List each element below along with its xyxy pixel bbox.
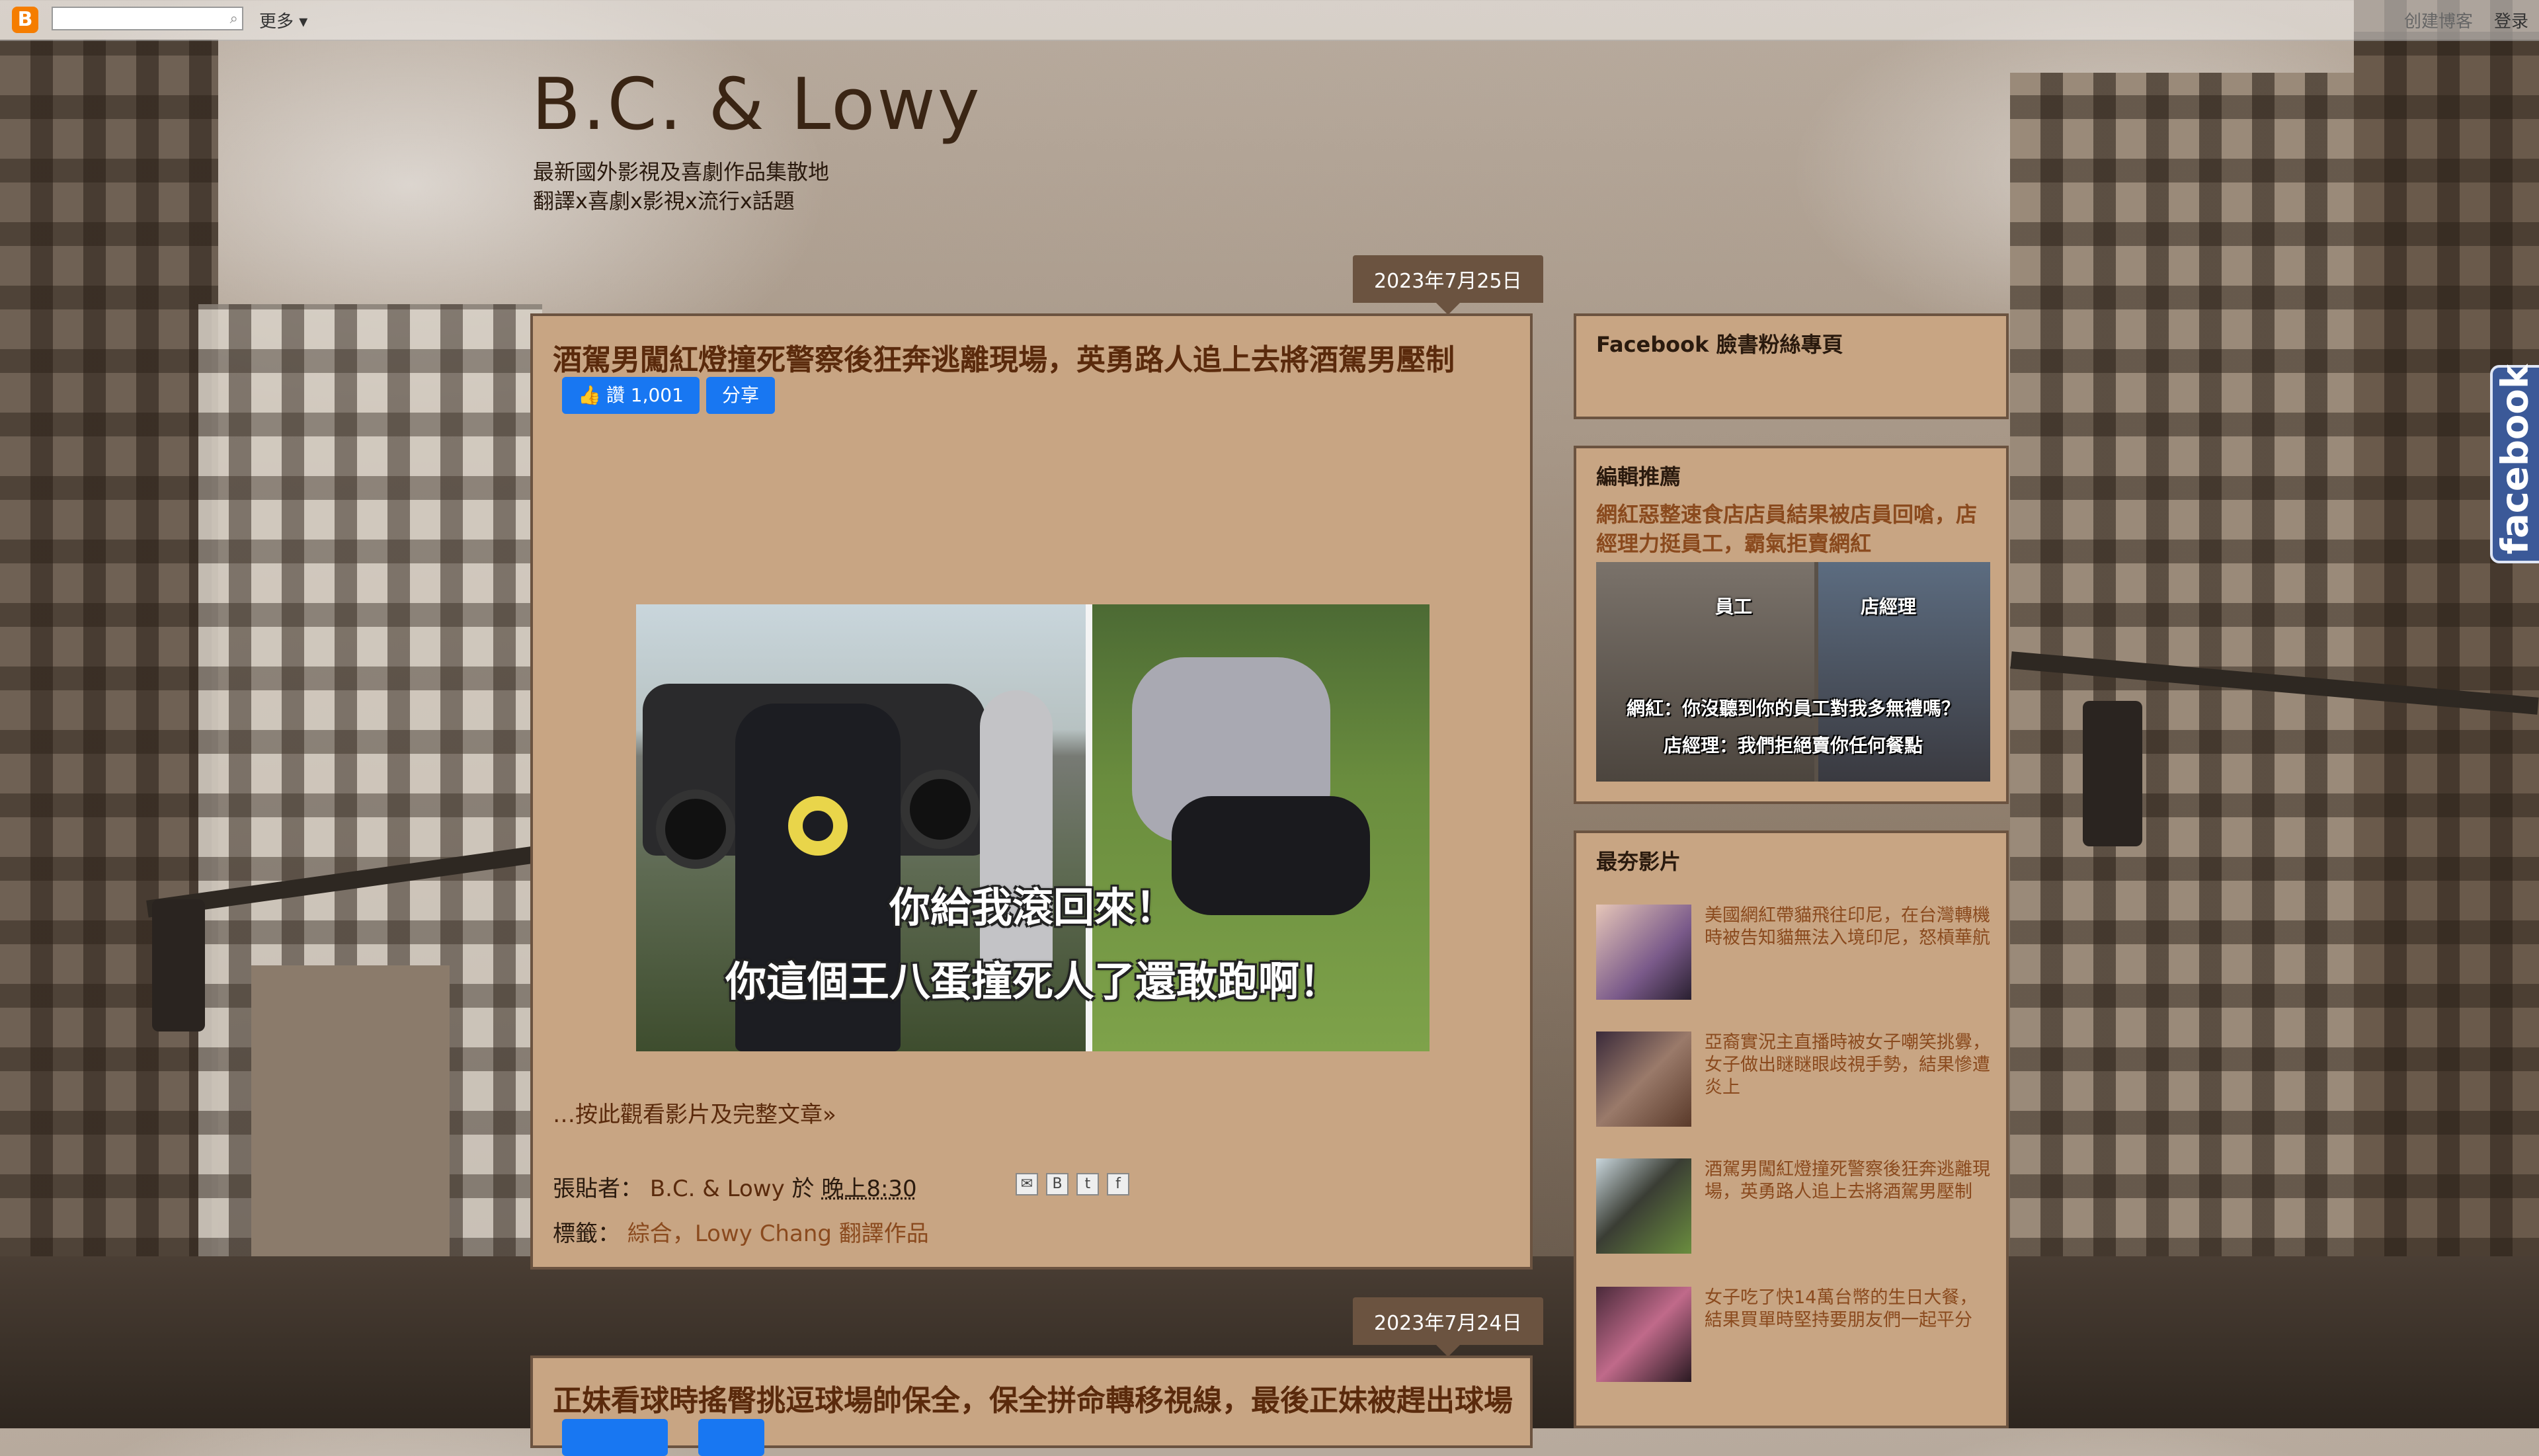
posted-by-label: 張貼者： (553, 1176, 643, 1202)
fb-share-button[interactable] (698, 1419, 764, 1456)
post-author-link[interactable]: B.C. & Lowy (650, 1176, 785, 1202)
fb-like-button[interactable]: 👍 讚 1,001 (562, 377, 700, 414)
labels-label: 標籤： (553, 1221, 620, 1247)
fb-like-count: 讚 1,001 (606, 384, 684, 406)
image-subtitle-1: 你給我滾回來！ (889, 883, 1176, 932)
widget-title-featured: 編輯推薦 (1596, 464, 1681, 489)
post-title[interactable]: 酒駕男闖紅燈撞死警察後狂奔逃離現場，英勇路人追上去將酒駕男壓制 (553, 336, 1455, 378)
facebook-tab-label: facebook (2493, 364, 2537, 555)
at-label: 於 (791, 1176, 815, 1202)
bg-traffic-light-right (2083, 701, 2142, 846)
featured-post-link[interactable]: 網紅惡整速食店店員結果被店員回嗆，店經理力挺員工，霸氣拒賣網紅 (1596, 500, 1993, 558)
popular-post-thumbnail[interactable] (1596, 1287, 1691, 1382)
label-separator: ， (672, 1221, 695, 1247)
post-card: 酒駕男闖紅燈撞死警察後狂奔逃離現場，英勇路人追上去將酒駕男壓制 👍 讚 1,001… (530, 313, 1533, 1270)
blog-description: 最新國外影視及喜劇作品集散地 翻譯x喜劇x影視x流行x話題 (533, 157, 829, 216)
post-meta: 張貼者： B.C. & Lowy 於 晚上8:30 (553, 1170, 917, 1203)
popular-post-thumbnail[interactable] (1596, 1031, 1691, 1127)
image-subtitle-2: 你這個王八蛋撞死人了還敢跑啊！ (725, 957, 1340, 1006)
popular-post-item[interactable]: 酒駕男闖紅燈撞死警察後狂奔逃離現場，英勇路人追上去將酒駕男壓制 (1596, 1158, 1993, 1258)
blog-description-line-2: 翻譯x喜劇x影視x流行x話題 (533, 188, 795, 214)
email-icon[interactable]: ✉ (1016, 1173, 1038, 1195)
facebook-side-tab[interactable]: facebook (2490, 364, 2539, 563)
popular-post-thumbnail[interactable] (1596, 1158, 1691, 1254)
popular-post-item[interactable]: 美國網紅帶貓飛往印尼，在台灣轉機時被告知貓無法入境印尼，怒槓華航 (1596, 905, 1993, 1004)
search-input[interactable]: ⌕ (52, 7, 243, 30)
popular-post-item[interactable]: 女子吃了快14萬台幣的生日大餐，結果買單時堅持要朋友們一起平分 (1596, 1287, 1993, 1386)
label-link-general[interactable]: 綜合 (627, 1221, 672, 1247)
popular-posts-widget: 最夯影片 美國網紅帶貓飛往印尼，在台灣轉機時被告知貓無法入境印尼，怒槓華航 亞裔… (1574, 830, 2009, 1428)
post-image[interactable]: 你給我滾回來！ 你這個王八蛋撞死人了還敢跑啊！ (636, 604, 1430, 1051)
share-icons: ✉ Bt f (1016, 1173, 1137, 1195)
featured-subtitle-1: 網紅：你沒聽到你的員工對我多無禮嗎？ (1626, 698, 1960, 719)
post-labels: 標籤： 綜合，Lowy Chang 翻譯作品 (553, 1215, 929, 1248)
blog-title[interactable]: B.C. & Lowy (532, 63, 982, 146)
featured-label-manager: 店經理 (1861, 596, 1917, 618)
label-link-translation[interactable]: Lowy Chang 翻譯作品 (695, 1221, 929, 1247)
top-navbar: B ⌕ 更多 ▾ 创建博客 登录 (0, 0, 2539, 41)
fb-like-button[interactable] (562, 1419, 668, 1456)
bg-building-right-2 (2354, 0, 2539, 1428)
create-blog-link[interactable]: 创建博客 (2404, 8, 2473, 32)
widget-title-popular: 最夯影片 (1596, 849, 1681, 874)
read-more-link[interactable]: …按此觀看影片及完整文章» (553, 1096, 836, 1129)
popular-post-link[interactable]: 女子吃了快14萬台幣的生日大餐，結果買單時堅持要朋友們一起平分 (1705, 1287, 1993, 1332)
post-time-link[interactable]: 晚上8:30 (821, 1176, 916, 1202)
widget-title-fb-page: Facebook 臉書粉絲專頁 (1596, 332, 1843, 357)
thumbs-up-icon: 👍 (578, 384, 601, 406)
featured-subtitle-2: 店經理：我們拒絕賣你任何餐點 (1663, 735, 1923, 756)
login-link[interactable]: 登录 (2494, 8, 2528, 32)
popular-post-link[interactable]: 酒駕男闖紅燈撞死警察後狂奔逃離現場，英勇路人追上去將酒駕男壓制 (1705, 1158, 1993, 1203)
bg-traffic-light (152, 899, 205, 1031)
featured-post-widget: 編輯推薦 網紅惡整速食店店員結果被店員回嗆，店經理力挺員工，霸氣拒賣網紅 員工 … (1574, 446, 2009, 804)
post-title[interactable]: 正妹看球時搖臀挑逗球場帥保全，保全拼命轉移視線，最後正妹被趕出球場 (553, 1377, 1513, 1419)
jeep-tire (656, 789, 735, 869)
featured-post-image[interactable]: 員工 店經理 網紅：你沒聽到你的員工對我多無禮嗎？ 店經理：我們拒絕賣你任何餐點 (1596, 562, 1990, 782)
featured-label-staff: 員工 (1715, 596, 1753, 618)
popular-post-link[interactable]: 美國網紅帶貓飛往印尼，在台灣轉機時被告知貓無法入境印尼，怒槓華航 (1705, 905, 1993, 950)
o-logo-icon (788, 796, 848, 856)
blog-description-line-1: 最新國外影視及喜劇作品集散地 (533, 159, 830, 184)
blog-this-icon[interactable]: B (1046, 1173, 1068, 1195)
popular-post-thumbnail[interactable] (1596, 905, 1691, 1000)
bg-building-right (2010, 73, 2380, 1428)
popular-post-item[interactable]: 亞裔實況主直播時被女子嘲笑挑釁，女子做出瞇瞇眼歧視手勢，結果慘遭炎上 (1596, 1031, 1993, 1131)
post-card: 正妹看球時搖臀挑逗球場帥保全，保全拼命轉移視線，最後正妹被趕出球場 (530, 1355, 1533, 1456)
fb-page-widget: Facebook 臉書粉絲專頁 (1574, 313, 2009, 419)
bg-building-left (0, 40, 218, 1428)
fb-share-button[interactable]: 分享 (706, 377, 776, 414)
blogger-logo-icon[interactable]: B (12, 7, 38, 33)
search-icon[interactable]: ⌕ (230, 11, 238, 27)
popular-post-link[interactable]: 亞裔實況主直播時被女子嘲笑挑釁，女子做出瞇瞇眼歧視手勢，結果慘遭炎上 (1705, 1031, 1993, 1099)
facebook-share-icon[interactable]: f (1107, 1173, 1129, 1195)
jeep-tire (901, 770, 980, 849)
post-date-header: 2023年7月24日 (1353, 1297, 1543, 1357)
more-menu-button[interactable]: 更多 ▾ (259, 8, 307, 32)
post-date-header: 2023年7月25日 (1353, 255, 1543, 315)
twitter-icon[interactable]: t (1076, 1173, 1099, 1195)
